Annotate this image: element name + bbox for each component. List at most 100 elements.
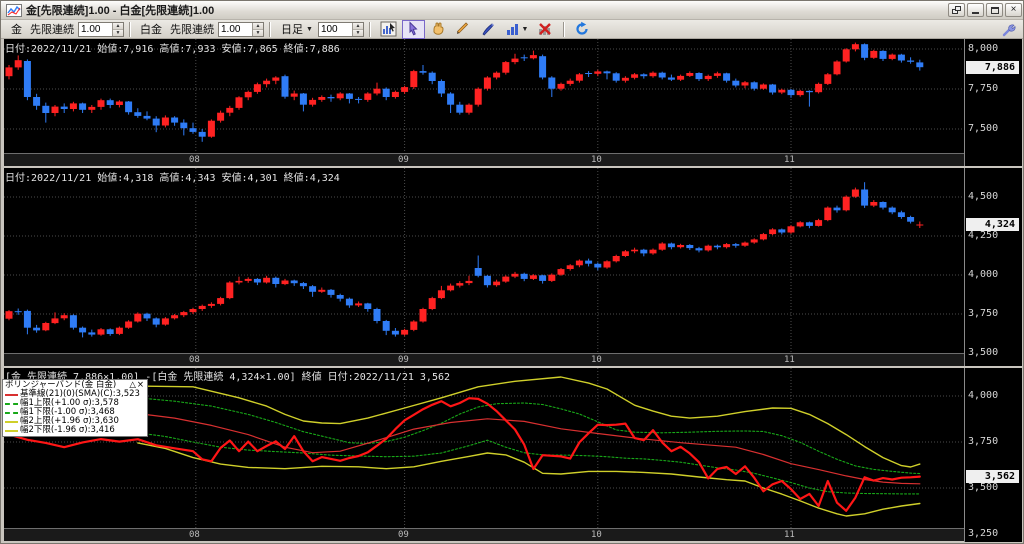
gold-price-axis: 8,000 7,750 7,500 7,886 <box>964 39 1022 166</box>
x-tick-label: 10 <box>591 355 602 365</box>
spin-down-icon[interactable]: ▼ <box>113 29 123 36</box>
chevron-down-icon: ▼ <box>521 25 529 33</box>
x-tick-label: 08 <box>189 155 200 165</box>
spread-time-axis: 08 09 10 11 <box>4 528 964 541</box>
y-tick-label: 4,000 <box>968 390 999 401</box>
delete-chart-icon <box>539 23 552 35</box>
x-tick-label: 09 <box>398 155 409 165</box>
y-tick-label: 7,500 <box>968 123 999 134</box>
gold-info-line: 日付:2022/11/21 始値:7,916 高値:7,933 安値:7,865… <box>5 44 340 55</box>
pencil-tool-button[interactable] <box>452 20 475 39</box>
pointer-icon <box>409 21 419 36</box>
bollinger-legend: ボリンジャーバンド(金 白金) △× 基準線(21)(0)(SMA)(C):3,… <box>2 379 148 437</box>
pointer-tool-button[interactable] <box>401 19 425 39</box>
spin-up-icon[interactable]: ▲ <box>113 22 123 30</box>
legend-line-sample <box>5 393 18 396</box>
gold-multiplier-stepper: ▲▼ <box>78 21 124 37</box>
indicator-chart-button[interactable]: ▼ <box>502 20 532 39</box>
platinum-chart-panel: 日付:2022/11/21 始値:4,318 高値:4,343 安値:4,301… <box>1 168 1023 366</box>
y-tick-label: 3,500 <box>968 482 999 493</box>
platinum-candlestick-chart[interactable] <box>4 168 964 353</box>
y-tick-label: 4,250 <box>968 230 999 241</box>
bar-count-stepper: ▲▼ <box>317 21 364 37</box>
spin-down-icon[interactable]: ▼ <box>352 29 363 36</box>
chevron-down-icon: ▼ <box>306 25 313 33</box>
platinum-multiplier-input[interactable] <box>219 22 252 36</box>
y-tick-label: 7,750 <box>968 83 999 94</box>
gold-time-axis: 08 09 10 11 <box>4 153 964 166</box>
bar-chart-icon <box>507 24 519 35</box>
title-bar[interactable]: 金[先限連続]1.00 - 白金[先限連続]1.00 × <box>1 1 1023 20</box>
wrench-icon <box>1002 24 1016 37</box>
period-dropdown[interactable]: 日足 ▼ <box>278 20 316 38</box>
copy-window-button[interactable] <box>948 3 965 17</box>
last-price-badge: 7,886 <box>966 61 1019 74</box>
spin-down-icon[interactable]: ▼ <box>253 29 263 36</box>
app-window: 金[先限連続]1.00 - 白金[先限連続]1.00 × 金 先限連続 ▲▼ 白… <box>0 0 1024 544</box>
y-tick-label: 3,250 <box>968 528 999 539</box>
spread-bollinger-chart[interactable] <box>4 368 964 528</box>
pencil-icon <box>457 22 469 34</box>
y-tick-label: 4,000 <box>968 269 999 280</box>
x-tick-label: 10 <box>591 530 602 540</box>
x-tick-label: 08 <box>189 530 200 540</box>
platinum-series-label: 先限連続 <box>170 24 214 36</box>
platinum-info-line: 日付:2022/11/21 始値:4,318 高値:4,343 安値:4,301… <box>5 173 340 184</box>
gold-series-label: 先限連続 <box>30 24 74 36</box>
pen-icon <box>482 23 495 36</box>
gold-chart-panel: 日付:2022/11/21 始値:7,916 高値:7,933 安値:7,865… <box>1 39 1023 166</box>
hand-icon <box>433 22 444 35</box>
window-title: 金[先限連続]1.00 - 白金[先限連続]1.00 <box>26 5 215 17</box>
spin-up-icon[interactable]: ▲ <box>352 22 363 30</box>
x-tick-label: 10 <box>591 155 602 165</box>
settings-button[interactable] <box>999 22 1019 38</box>
period-label: 日足 <box>281 24 303 36</box>
minimize-button[interactable] <box>967 3 984 17</box>
refresh-button[interactable] <box>571 20 594 39</box>
legend-line-sample <box>5 420 18 423</box>
gold-multiplier-input[interactable] <box>79 22 112 36</box>
spin-up-icon[interactable]: ▲ <box>253 22 263 30</box>
toolbar-separator <box>562 21 565 37</box>
chart-cursor-button[interactable] <box>377 20 400 39</box>
y-tick-label: 3,750 <box>968 308 999 319</box>
legend-line-sample <box>5 429 18 432</box>
chart-cursor-icon <box>380 21 397 37</box>
x-tick-label: 11 <box>784 155 795 165</box>
bar-count-input[interactable] <box>318 22 352 36</box>
platinum-price-axis: 4,500 4,250 4,000 3,750 3,500 4,324 <box>964 168 1022 366</box>
platinum-multiplier-stepper: ▲▼ <box>218 21 264 37</box>
refresh-icon <box>576 21 589 35</box>
legend-item: 幅2下限(-1.96 σ):3,416 <box>5 426 145 435</box>
x-tick-label: 09 <box>398 530 409 540</box>
delete-chart-button[interactable] <box>534 20 557 39</box>
pen-tool-button[interactable] <box>477 20 500 39</box>
app-chart-icon <box>6 3 22 17</box>
toolbar: 金 先限連続 ▲▼ 白金 先限連続 ▲▼ 日足▼ ▲▼ <box>1 19 1023 39</box>
gold-candlestick-chart[interactable] <box>4 39 964 153</box>
close-button[interactable]: × <box>1005 3 1022 17</box>
last-price-badge: 3,562 <box>966 470 1019 483</box>
y-tick-label: 3,500 <box>968 347 999 358</box>
platinum-time-axis: 08 09 10 11 <box>4 353 964 366</box>
legend-line-sample <box>5 402 18 405</box>
maximize-button[interactable] <box>986 3 1003 17</box>
x-tick-label: 08 <box>189 355 200 365</box>
platinum-label: 白金 <box>140 24 162 36</box>
y-tick-label: 3,750 <box>968 436 999 447</box>
y-tick-label: 4,500 <box>968 191 999 202</box>
legend-line-sample <box>5 411 18 414</box>
x-tick-label: 09 <box>398 355 409 365</box>
spread-price-axis: 4,000 3,750 3,500 3,250 3,562 <box>964 368 1022 542</box>
x-tick-label: 11 <box>784 530 795 540</box>
y-tick-label: 8,000 <box>968 43 999 54</box>
spread-chart-panel: [金 先限連続 7,886×1.00] -[白金 先限連続 4,324×1.00… <box>1 368 1023 542</box>
toolbar-separator <box>368 21 371 37</box>
toolbar-separator <box>269 21 271 37</box>
hand-tool-button[interactable] <box>427 20 450 39</box>
x-tick-label: 11 <box>784 355 795 365</box>
toolbar-separator <box>129 21 131 37</box>
last-price-badge: 4,324 <box>966 218 1019 231</box>
gold-label: 金 <box>11 24 22 36</box>
chart-stack: 日付:2022/11/21 始値:7,916 高値:7,933 安値:7,865… <box>1 39 1023 543</box>
